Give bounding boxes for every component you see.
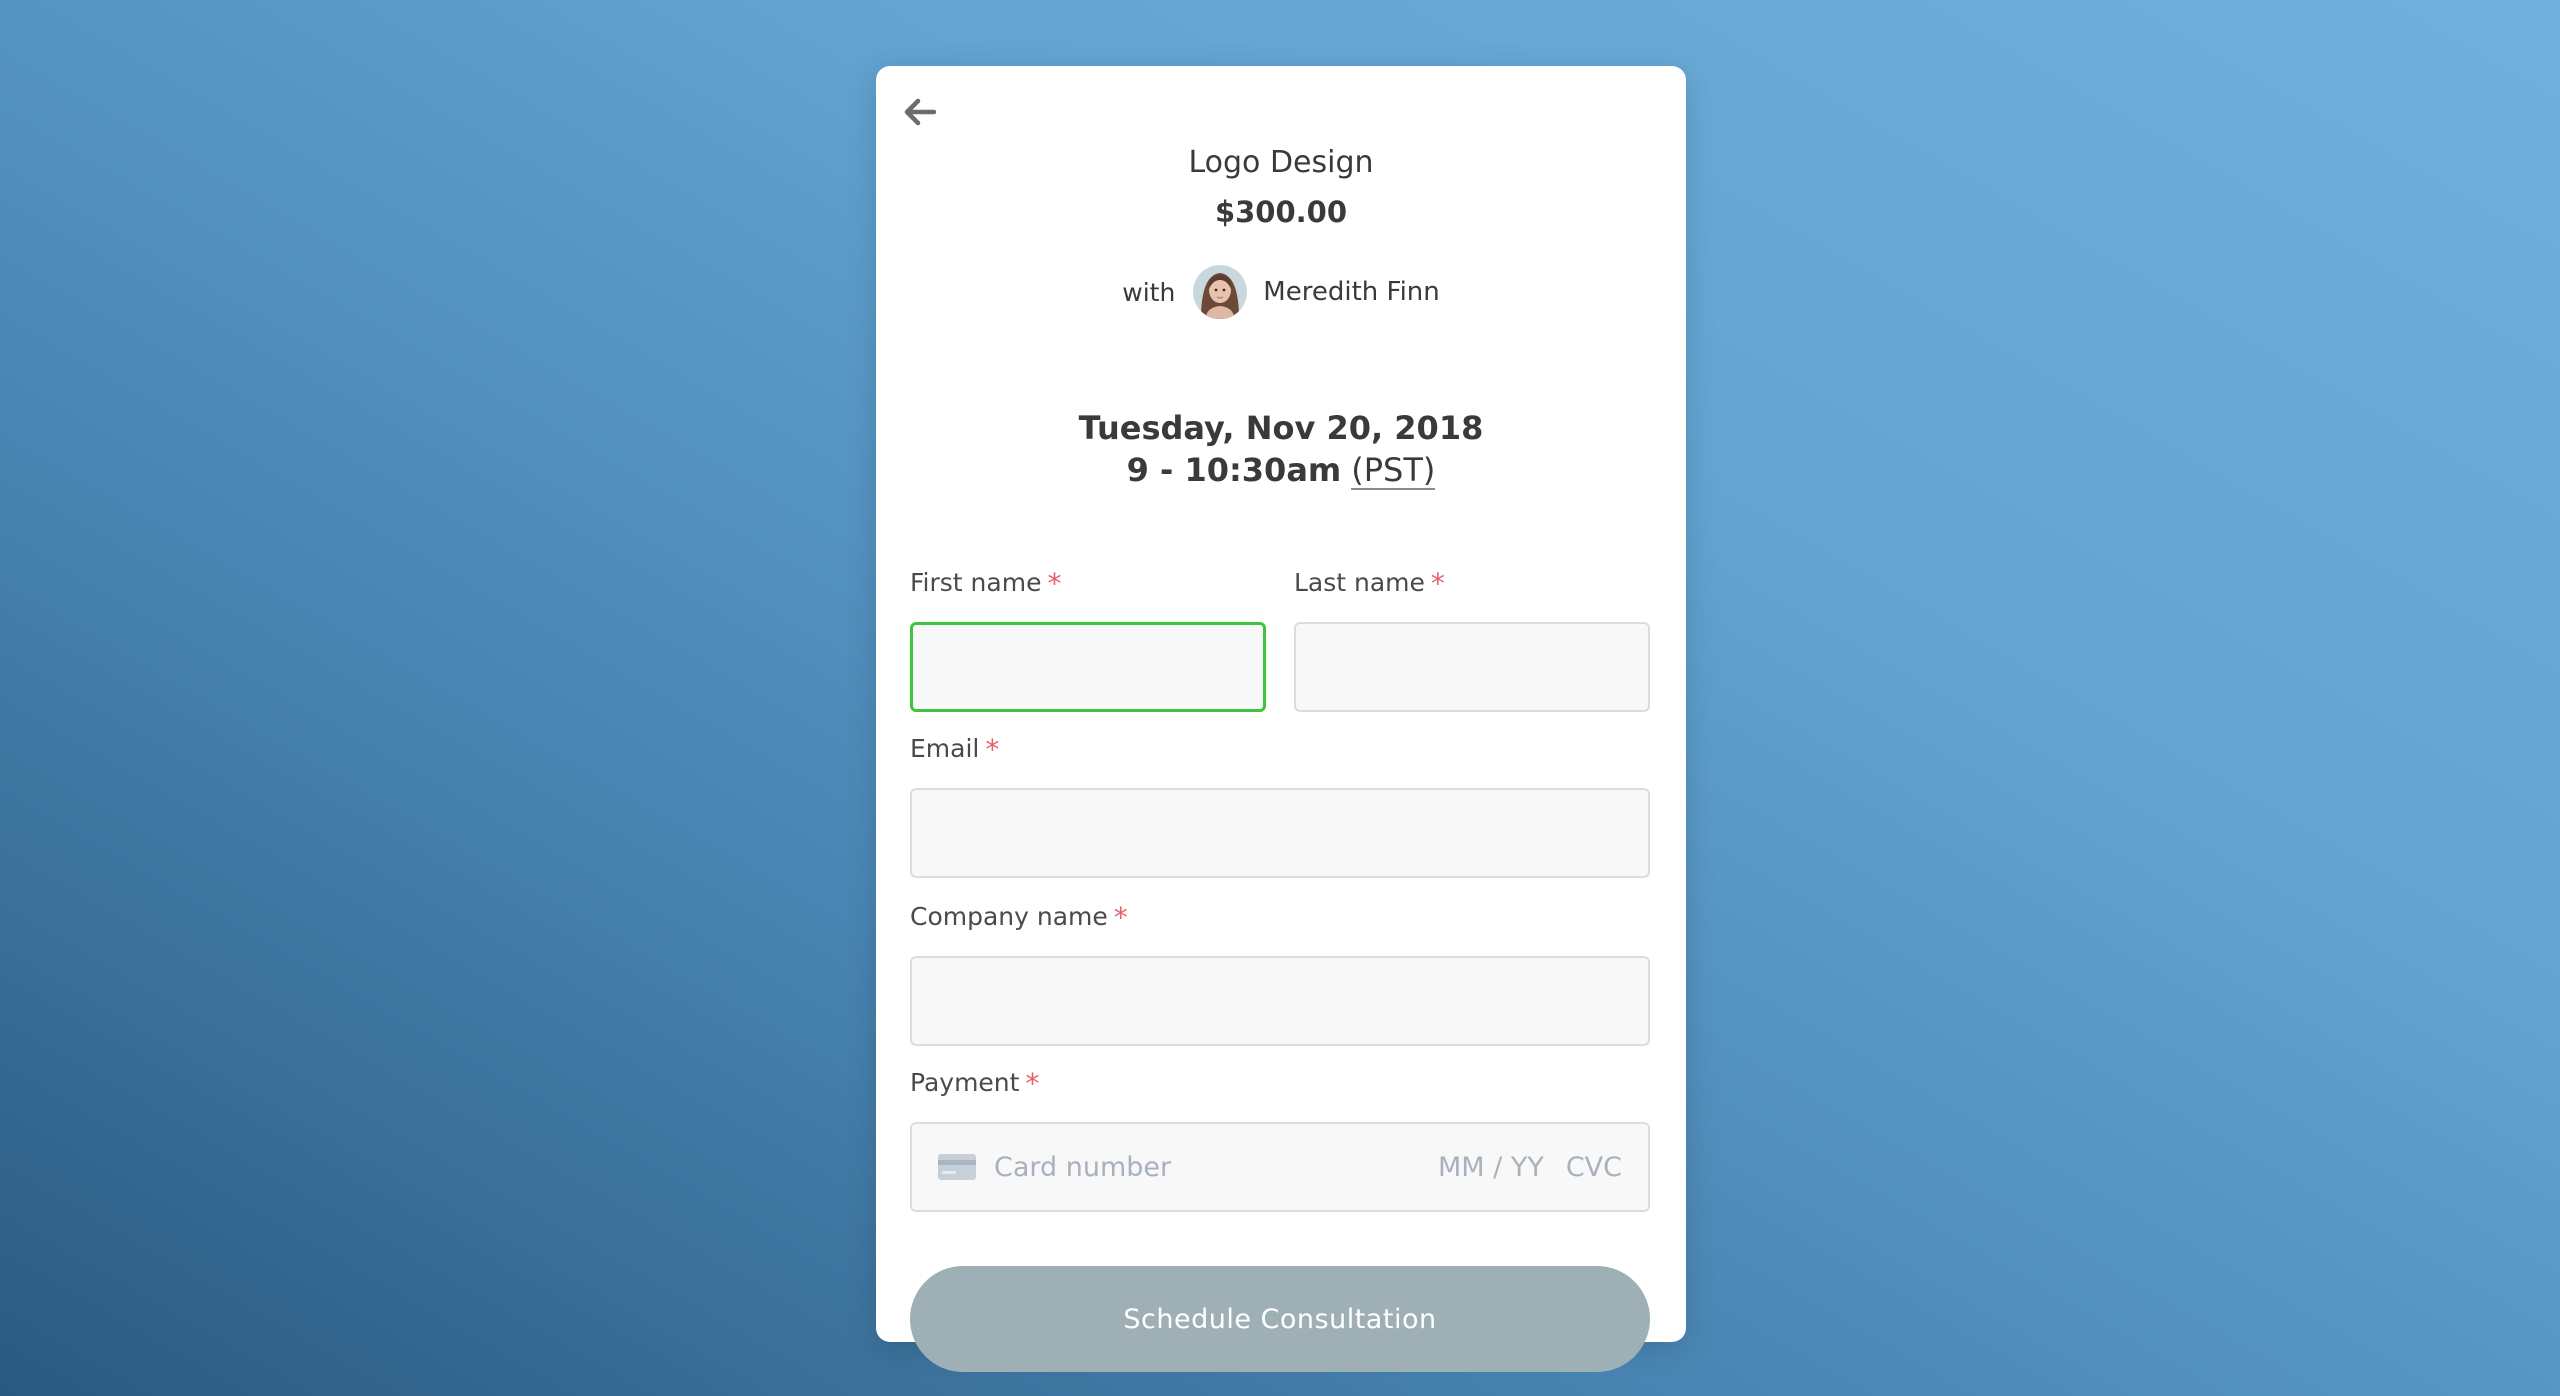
company-name-label: Company name *	[910, 904, 1128, 932]
back-button[interactable]	[900, 92, 940, 132]
service-price: $300.00	[1214, 195, 1348, 229]
timezone-link[interactable]: (PST)	[1351, 454, 1436, 490]
first-name-input[interactable]	[910, 622, 1266, 712]
card-number-field[interactable]: Card number	[994, 1152, 1438, 1183]
company-name-input[interactable]	[910, 956, 1650, 1046]
provider-row: with Meredith Finn	[876, 262, 1686, 322]
expiry-field[interactable]: MM / YY	[1438, 1152, 1544, 1183]
last-name-input[interactable]	[1294, 622, 1650, 712]
avatar-image	[1193, 265, 1248, 319]
credit-card-icon	[938, 1154, 976, 1180]
appointment-date: Tuesday, Nov 20, 2018	[1078, 409, 1484, 447]
payment-card-input[interactable]: Card number MM / YY CVC	[910, 1122, 1650, 1212]
last-name-label: Last name *	[1294, 570, 1445, 598]
service-title: Logo Design	[1188, 145, 1374, 180]
cvc-field[interactable]: CVC	[1566, 1152, 1622, 1183]
first-name-label: First name *	[910, 570, 1061, 598]
payment-label-text: Payment	[910, 1068, 1020, 1097]
required-marker: *	[1025, 1067, 1040, 1100]
last-name-label-text: Last name	[1294, 568, 1425, 597]
email-label: Email *	[910, 736, 999, 764]
booking-card: Logo Design $300.00 with Meredith Finn T…	[876, 66, 1686, 1372]
required-marker: *	[1430, 567, 1445, 600]
email-label-text: Email	[910, 734, 980, 763]
required-marker: *	[1113, 901, 1128, 934]
payment-label: Payment *	[910, 1070, 1039, 1098]
appointment-time: 9 - 10:30am	[1126, 451, 1342, 489]
appointment-time-row: 9 - 10:30am (PST)	[876, 454, 1686, 490]
arrow-left-icon	[904, 98, 936, 126]
email-input[interactable]	[910, 788, 1650, 878]
required-marker: *	[985, 733, 1000, 766]
with-label: with	[1122, 277, 1176, 307]
company-name-label-text: Company name	[910, 902, 1108, 931]
required-marker: *	[1047, 567, 1062, 600]
avatar	[1193, 265, 1248, 319]
schedule-consultation-button[interactable]: Schedule Consultation	[910, 1266, 1650, 1372]
first-name-label-text: First name	[910, 568, 1042, 597]
provider-name: Meredith Finn	[1263, 277, 1440, 307]
